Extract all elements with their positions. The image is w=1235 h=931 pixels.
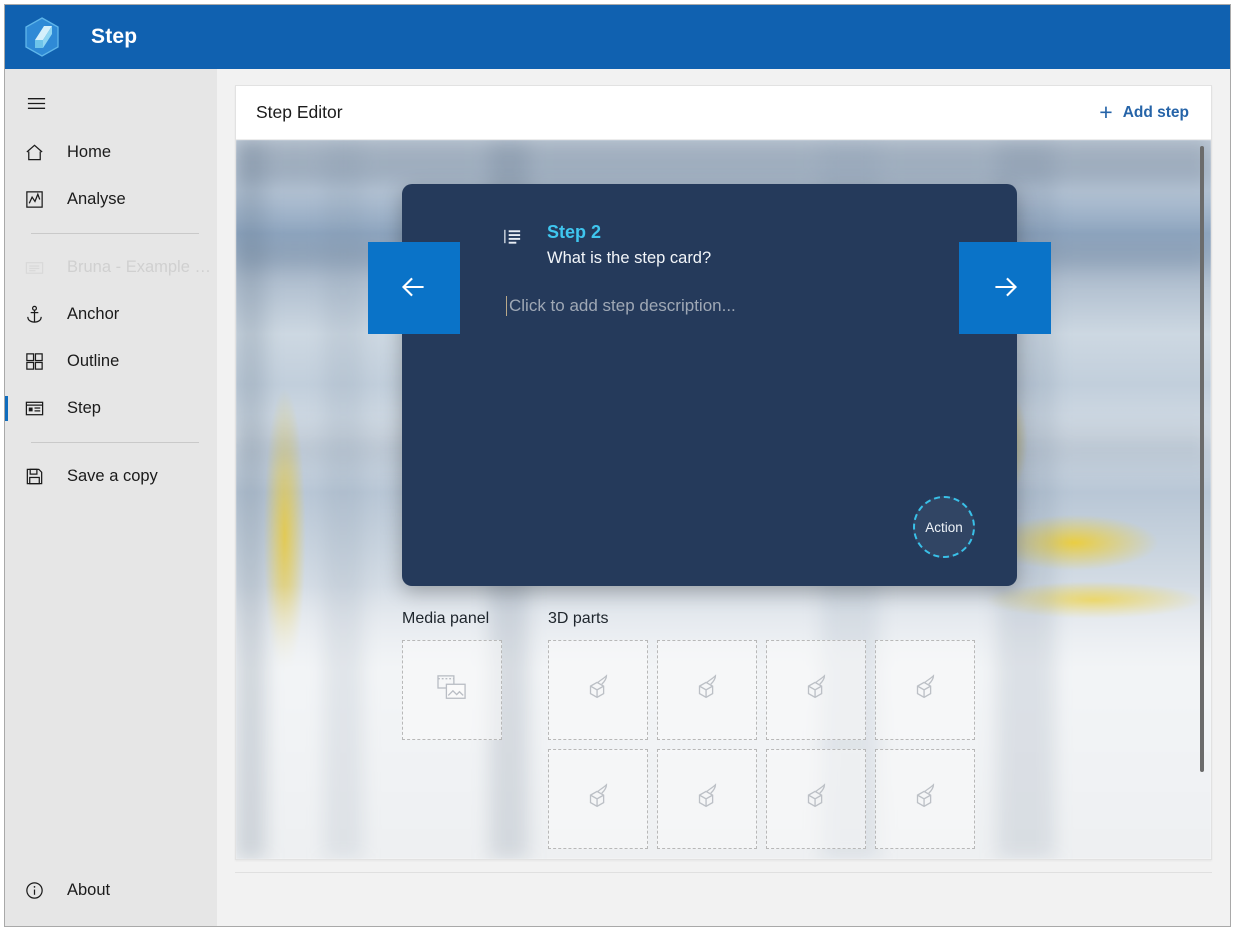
hamburger-menu-button[interactable] <box>5 77 217 129</box>
assets-tray: Media panel <box>402 610 1187 849</box>
3d-part-slot[interactable] <box>766 749 866 849</box>
3d-part-cube-icon <box>910 673 940 708</box>
sidebar-item-label: Step <box>67 399 101 418</box>
app-window: Step <box>4 4 1231 927</box>
media-panel-group: Media panel <box>402 610 502 849</box>
step-preview-stage: Step 2 What is the step card? Click to a… <box>236 140 1211 859</box>
info-circle-icon <box>23 880 45 902</box>
step-title-text[interactable]: What is the step card? <box>547 249 711 268</box>
step-card-header: Step 2 What is the step card? <box>502 222 937 268</box>
next-step-button[interactable] <box>959 242 1051 334</box>
step-card[interactable]: Step 2 What is the step card? Click to a… <box>402 184 1017 586</box>
3d-part-cube-icon <box>910 782 940 817</box>
3d-part-slot[interactable] <box>657 749 757 849</box>
3d-part-cube-icon <box>801 673 831 708</box>
app-title: Step <box>91 25 137 49</box>
window-body: Home Analyse <box>5 69 1230 926</box>
sidebar-item-label: Analyse <box>67 190 126 209</box>
status-strip <box>235 872 1212 912</box>
add-step-button[interactable]: + Add step <box>1095 95 1193 130</box>
sidebar-item-label: Bruna - Example Gui... <box>67 258 217 277</box>
step-number-label: Step 2 <box>547 222 711 243</box>
stage-scrollbar[interactable] <box>1197 144 1207 855</box>
add-step-label: Add step <box>1123 104 1189 122</box>
3d-part-slot[interactable] <box>766 640 866 740</box>
3d-part-slot[interactable] <box>657 640 757 740</box>
action-button[interactable]: Action <box>913 496 975 558</box>
3d-part-slot[interactable] <box>548 749 648 849</box>
step-card-icon <box>23 398 45 420</box>
sidebar-item-analyse[interactable]: Analyse <box>5 176 217 223</box>
3d-part-slot[interactable] <box>875 640 975 740</box>
sidebar-item-home[interactable]: Home <box>5 129 217 176</box>
media-panel-slot[interactable] <box>402 640 502 740</box>
grid-outline-icon <box>23 351 45 373</box>
media-panel-title: Media panel <box>402 610 502 628</box>
3d-part-slot[interactable] <box>548 640 648 740</box>
stage-scrollbar-thumb[interactable] <box>1200 146 1204 772</box>
save-disk-icon <box>23 466 45 488</box>
bullet-list-icon <box>502 226 523 268</box>
sidebar-item-label: Save a copy <box>67 467 158 486</box>
step-description-input[interactable]: Click to add step description... <box>506 296 736 316</box>
3d-part-cube-icon <box>801 782 831 817</box>
3d-part-cube-icon <box>583 782 613 817</box>
arrow-left-icon <box>391 264 437 313</box>
step-editor-panel: Step Editor + Add step <box>235 85 1212 860</box>
step-card-titles: Step 2 What is the step card? <box>547 222 711 268</box>
3d-parts-group: 3D parts <box>548 610 975 849</box>
plus-icon: + <box>1099 101 1112 124</box>
panel-header: Step Editor + Add step <box>236 86 1211 140</box>
sidebar: Home Analyse <box>5 69 217 926</box>
sidebar-item-about[interactable]: About <box>5 867 217 914</box>
anchor-icon <box>23 304 45 326</box>
sidebar-item-step[interactable]: Step <box>5 385 217 432</box>
previous-step-button[interactable] <box>368 242 460 334</box>
sidebar-item-label: About <box>67 881 110 900</box>
3d-part-cube-icon <box>692 782 722 817</box>
sidebar-divider-top <box>31 233 199 234</box>
hamburger-icon <box>25 92 47 114</box>
sidebar-item-guide-name: Bruna - Example Gui... <box>5 244 217 291</box>
3d-part-slot[interactable] <box>875 749 975 849</box>
sidebar-item-label: Anchor <box>67 305 119 324</box>
sidebar-item-outline[interactable]: Outline <box>5 338 217 385</box>
guide-card-icon <box>23 257 45 279</box>
title-bar: Step <box>5 5 1230 69</box>
sidebar-divider-bottom <box>31 442 199 443</box>
arrow-right-icon <box>982 264 1028 313</box>
sidebar-item-save-a-copy[interactable]: Save a copy <box>5 453 217 500</box>
home-icon <box>23 142 45 164</box>
main-content: Step Editor + Add step <box>217 69 1230 926</box>
analytics-chart-icon <box>23 189 45 211</box>
page-title: Step Editor <box>256 102 343 123</box>
sidebar-spacer <box>5 500 217 867</box>
3d-part-cube-icon <box>583 673 613 708</box>
sidebar-item-label: Home <box>67 143 111 162</box>
sidebar-item-label: Outline <box>67 352 119 371</box>
3d-part-cube-icon <box>692 673 722 708</box>
media-image-icon <box>436 674 468 707</box>
parts-panel-title: 3D parts <box>548 610 975 628</box>
guides-hexagon-logo-icon <box>19 14 65 60</box>
3d-parts-grid <box>548 640 975 849</box>
sidebar-item-anchor[interactable]: Anchor <box>5 291 217 338</box>
